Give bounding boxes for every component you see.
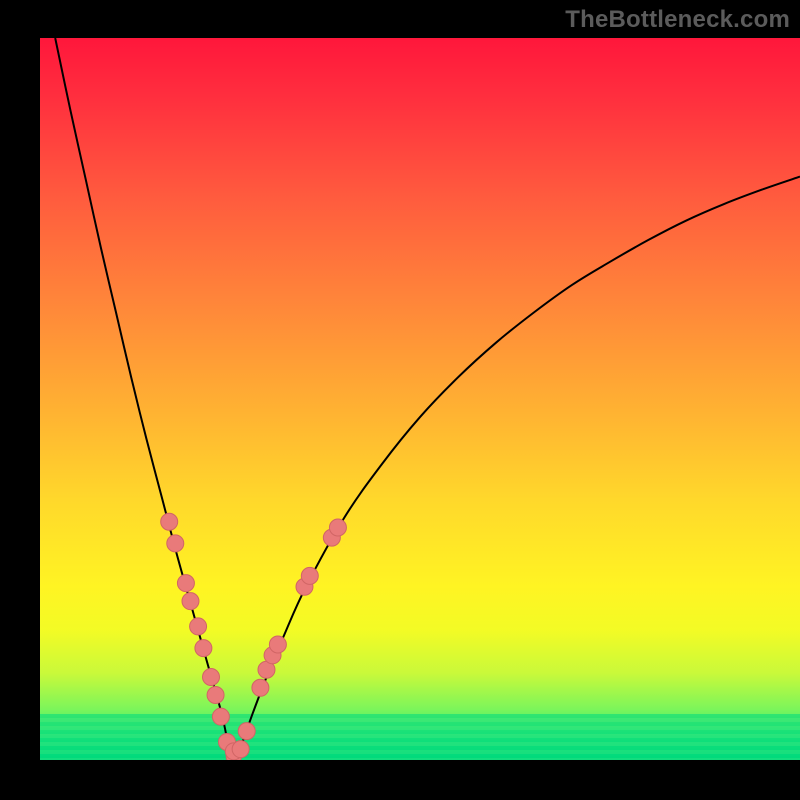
plot-area (40, 38, 800, 760)
data-point-marker (177, 575, 194, 592)
data-point-marker (238, 723, 255, 740)
data-point-marker (190, 618, 207, 635)
data-point-marker (203, 668, 220, 685)
data-point-marker (232, 741, 249, 758)
marker-group (161, 513, 347, 760)
data-point-marker (161, 513, 178, 530)
watermark-text: TheBottleneck.com (565, 6, 790, 34)
data-point-marker (195, 640, 212, 657)
data-point-marker (212, 708, 229, 725)
chart-stage: TheBottleneck.com (0, 0, 800, 800)
data-point-marker (182, 593, 199, 610)
curve-right-branch (238, 177, 800, 757)
data-point-marker (269, 636, 286, 653)
data-point-marker (301, 567, 318, 584)
data-point-marker (329, 519, 346, 536)
data-point-marker (207, 687, 224, 704)
curve-layer (40, 38, 800, 760)
data-point-marker (252, 679, 269, 696)
data-point-marker (167, 535, 184, 552)
